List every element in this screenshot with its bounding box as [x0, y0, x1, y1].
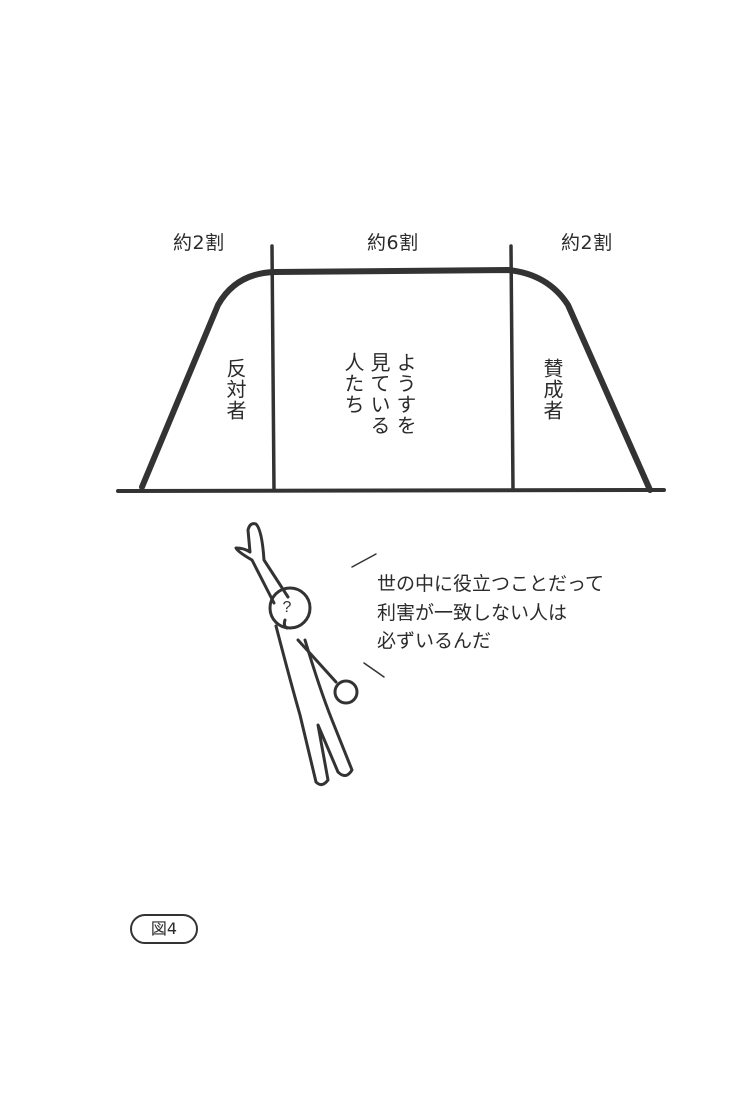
right-divider-line [509, 244, 515, 492]
share-label-supporters: 約2割 [561, 232, 613, 254]
share-label-opponents: 約2割 [173, 232, 225, 254]
figure-mouth [282, 618, 289, 630]
share-label-onlookers: 約6割 [367, 232, 419, 254]
speech-text: 世の中に役立つことだって 利害が一致しない人は 必ずいるんだ [377, 570, 677, 656]
distribution-baseline [116, 488, 666, 493]
speech-line: 利害が一致しない人は [377, 601, 568, 624]
figure-body [274, 624, 354, 787]
figure-question-mark: ? [283, 599, 292, 616]
group-label-onlookers: ようすを 見ている 人たち [341, 352, 417, 436]
stick-figure [234, 522, 359, 787]
speech-line: 世の中に役立つことだって [377, 573, 605, 595]
left-divider-line [270, 244, 276, 492]
group-label-opponents: 反対者 [223, 358, 247, 421]
figure-fist [333, 679, 359, 705]
group-label-supporters: 賛成者 [540, 358, 564, 421]
figure-number-badge: 図4 [130, 914, 198, 944]
audience-distribution-diagram: ? [116, 244, 666, 787]
speech-line: 必ずいるんだ [377, 630, 492, 652]
